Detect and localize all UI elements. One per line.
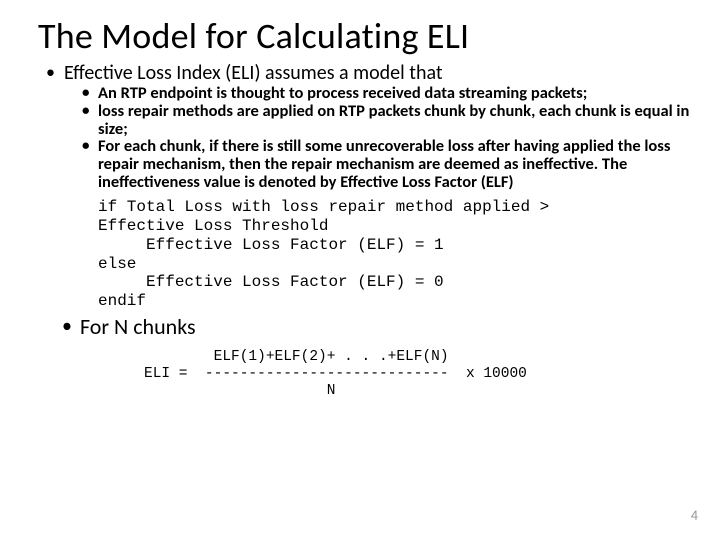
for-n-bullet: For N chunks [80, 315, 696, 339]
bullet-list-lvl2: An RTP endpoint is thought to process re… [64, 85, 696, 192]
sub-bullet-3: For each chunk, if there is still some u… [98, 138, 696, 191]
eli-formula: ELF(1)+ELF(2)+ . . .+ELF(N) ELI = ------… [144, 349, 696, 399]
bullet-list-for-n: For N chunks [24, 315, 696, 339]
bullet-list-lvl1: Effective Loss Index (ELI) assumes a mod… [24, 62, 696, 192]
slide: The Model for Calculating ELI Effective … [0, 0, 720, 540]
slide-title: The Model for Calculating ELI [38, 14, 696, 58]
intro-bullet: Effective Loss Index (ELI) assumes a mod… [64, 62, 696, 192]
sub-bullet-2: loss repair methods are applied on RTP p… [98, 103, 696, 139]
pseudocode-block: if Total Loss with loss repair method ap… [98, 198, 696, 311]
page-number: 4 [691, 507, 698, 524]
intro-text: Effective Loss Index (ELI) assumes a mod… [64, 61, 443, 85]
